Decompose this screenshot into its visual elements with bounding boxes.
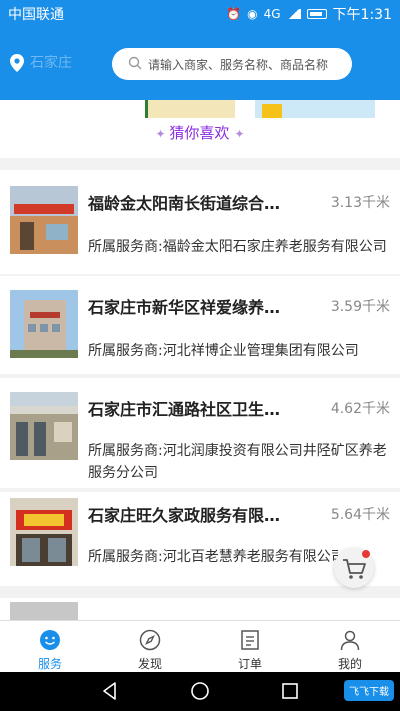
app-header: 石家庄 请输入商家、服务名称、商品名称 — [0, 28, 400, 100]
home-icon[interactable] — [190, 681, 210, 701]
user-icon — [340, 630, 360, 651]
store-thumbnail — [10, 186, 78, 254]
item-title: 石家庄市新华区祥爱缘养… — [88, 298, 281, 317]
back-icon[interactable] — [100, 681, 120, 701]
item-title: 石家庄市汇通路社区卫生… — [88, 400, 281, 419]
status-bar: 中国联通 ⏰ ◉ 4G 下午1:31 — [0, 0, 400, 28]
search-placeholder: 请输入商家、服务名称、商品名称 — [148, 57, 329, 72]
item-distance: 3.13千米 — [330, 195, 390, 211]
item-distance: 3.59千米 — [330, 299, 390, 315]
recommend-section-header: ✦ 猜你喜欢 ✦ — [0, 118, 400, 158]
location-pin-icon[interactable] — [10, 54, 24, 72]
search-icon — [128, 56, 142, 70]
bottom-tab-bar: 服务 发现 订单 我的 — [0, 620, 400, 672]
network-type: 4G — [263, 7, 281, 21]
item-provider: 所属服务商:河北祥博企业管理集团有限公司 — [88, 343, 359, 359]
tab-label: 我的 — [337, 657, 362, 671]
list-item[interactable]: 福龄金太阳南长街道综合… 3.13千米 所属服务商:福龄金太阳石家庄养老服务有限… — [0, 170, 400, 274]
store-thumbnail — [10, 290, 78, 358]
compass-icon — [139, 629, 161, 651]
item-title: 石家庄旺久家政服务有限… — [88, 506, 281, 525]
current-location[interactable]: 石家庄 — [30, 52, 72, 72]
item-distance: 5.64千米 — [330, 507, 390, 523]
cart-badge — [362, 550, 370, 558]
tab-mine[interactable]: 我的 — [300, 621, 400, 672]
status-icons: ⏰ ◉ 4G 下午1:31 — [226, 4, 392, 24]
tab-label: 订单 — [237, 657, 262, 671]
section-title: 猜你喜欢 — [169, 124, 230, 142]
promo-banner[interactable] — [0, 100, 400, 118]
clock: 下午1:31 — [332, 7, 392, 23]
item-distance: 4.62千米 — [330, 401, 390, 417]
recents-icon[interactable] — [280, 681, 300, 701]
eye-icon: ◉ — [247, 7, 258, 21]
item-provider: 所属服务商:河北润康投资有限公司井陉矿区养老服务分公司 — [88, 443, 387, 481]
tab-service[interactable]: 服务 — [0, 621, 100, 672]
list-item[interactable] — [0, 598, 400, 620]
store-thumbnail — [10, 392, 78, 460]
item-title: 福龄金太阳南长街道综合… — [88, 194, 281, 213]
tab-orders[interactable]: 订单 — [200, 621, 300, 672]
watermark-logo: 飞飞下载 — [344, 680, 394, 701]
battery-icon — [306, 9, 327, 19]
store-thumbnail — [10, 602, 78, 620]
system-nav-bar: 飞飞下载 — [0, 672, 400, 711]
search-input[interactable]: 请输入商家、服务名称、商品名称 — [112, 48, 352, 80]
cart-button[interactable] — [334, 548, 374, 588]
list-item[interactable]: 石家庄市汇通路社区卫生… 4.62千米 所属服务商:河北润康投资有限公司井陉矿区… — [0, 378, 400, 488]
sparkle-icon: ✦ — [234, 127, 245, 141]
store-thumbnail — [10, 498, 78, 566]
sparkle-icon: ✦ — [155, 127, 170, 141]
banner-illustration-left — [145, 100, 235, 118]
smile-icon — [40, 630, 60, 650]
item-provider: 所属服务商:河北百老慧养老服务有限公司 — [88, 549, 338, 565]
order-icon — [241, 630, 259, 650]
banner-illustration-figure — [262, 104, 282, 118]
item-provider: 所属服务商:福龄金太阳石家庄养老服务有限公司 — [88, 239, 387, 255]
tab-label: 服务 — [37, 657, 62, 671]
carrier-name: 中国联通 — [8, 7, 64, 23]
alarm-icon: ⏰ — [226, 7, 242, 21]
tab-discover[interactable]: 发现 — [100, 621, 200, 672]
signal-icon — [286, 9, 301, 19]
list-item[interactable]: 石家庄市新华区祥爱缘养… 3.59千米 所属服务商:河北祥博企业管理集团有限公司 — [0, 276, 400, 374]
tab-label: 发现 — [137, 657, 162, 671]
